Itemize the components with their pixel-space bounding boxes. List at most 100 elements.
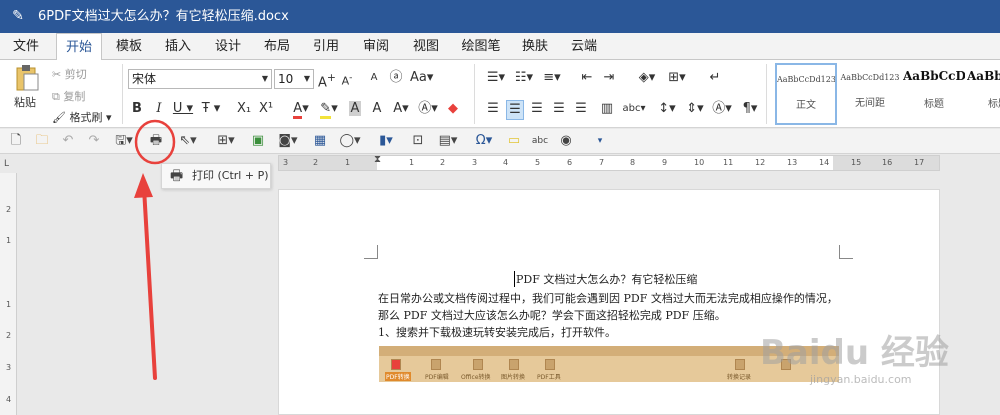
ruler-tick: 8 [630,158,636,167]
select-pointer-icon[interactable]: ⇖▾ [174,132,202,150]
style-no-spacing[interactable]: AaBbCcDd123 无间距 [839,63,901,125]
doc-title[interactable]: PDF 文档过大怎么办？有它轻松压缩 [514,271,697,287]
strikethrough-icon[interactable]: Ŧ ▾ [200,100,222,118]
font-size-select[interactable]: 10 ▼ [274,69,314,89]
subscript-icon[interactable]: X₁ [236,100,252,118]
copy-icon: ⧉ [52,90,60,103]
italic-icon[interactable]: I [152,100,166,118]
change-case-icon[interactable]: Aa▾ [410,69,433,87]
chart-icon[interactable]: ▮▾ [372,132,400,150]
decrease-indent-icon[interactable]: ⇤ [578,69,596,87]
word-count-icon[interactable]: abc [530,132,550,150]
header-footer-icon[interactable]: ▤▾ [434,132,462,150]
copy-button[interactable]: ⧉ 复制 [52,89,85,105]
ruler-tick: 3 [472,158,478,167]
note-icon[interactable]: ▭ [504,132,524,150]
enclose-char-icon[interactable]: ⓐ [388,69,404,87]
tab-pen[interactable]: 绘图笔 [455,33,507,60]
bold-icon[interactable]: B [130,100,144,118]
tab-layout[interactable]: 布局 [256,33,298,60]
text-outline-icon[interactable]: Ⓐ▾ [418,100,438,118]
style-normal[interactable]: AaBbCcDd123 正文 [775,63,837,125]
paste-icon[interactable] [14,64,40,92]
vertical-ruler[interactable]: 2 1 1 2 3 4 [0,173,17,415]
horizontal-ruler[interactable]: 3 2 1 ⧗ 1 2 3 4 5 6 7 8 9 10 11 12 13 14… [278,154,940,171]
ruler-tick: 1 [409,158,415,167]
clear-format-icon[interactable]: ◆ [444,100,462,118]
line-spacing-icon[interactable]: ↕▾ [656,100,678,118]
open-folder-icon[interactable]: 🗀 [32,132,52,150]
screenshot-icon[interactable]: ◙▾ [274,132,302,150]
para-spacing-icon[interactable]: ⇕▾ [684,100,706,118]
qr-code-icon[interactable]: ▦ [310,132,330,150]
margin-corner [364,245,378,259]
underline-icon[interactable]: U ▾ [172,100,194,118]
shrink-font-icon[interactable]: A- [340,69,354,91]
tab-home[interactable]: 开始 [56,33,102,61]
table-icon[interactable]: ⊞▾ [212,132,240,150]
paste-button[interactable]: 粘贴 [14,95,36,111]
undo-icon[interactable]: ↶ [58,132,78,150]
print-icon[interactable]: 🖶 [146,132,166,150]
highlight-icon[interactable]: ✎▾ [318,100,340,119]
symbol-icon[interactable]: Ω▾ [470,132,498,150]
style-heading-2[interactable]: AaBbCcD 标题 [967,63,1000,125]
new-document-icon[interactable]: 🗋 [6,132,26,150]
chinese-layout-icon[interactable]: Ⓐ▾ [712,100,732,118]
show-marks-icon[interactable]: ↵ [706,69,724,87]
font-color-icon[interactable]: A▾ [290,100,312,119]
text-box-icon[interactable]: ⊡ [408,132,428,150]
ruler-tick: 13 [787,158,798,167]
ruler-tick: 4 [503,158,509,167]
tab-review[interactable]: 审阅 [355,33,397,60]
format-painter-button[interactable]: 🖌 格式刷 ▾ [52,110,112,126]
tab-insert[interactable]: 插入 [157,33,199,60]
superscript-icon[interactable]: X¹ [258,100,274,118]
char-border-icon[interactable]: A▾ [392,100,410,118]
embed-label: 图片转换 [501,374,526,381]
customize-toolbar-icon[interactable]: ▾ [590,132,610,150]
ruler-tick: 2 [313,158,319,167]
margin-corner [839,245,853,259]
bullets-icon[interactable]: ☰▾ [484,69,508,87]
indent-marker[interactable]: ⧗ [374,154,381,165]
tab-cloud[interactable]: 云端 [563,33,605,60]
borders-icon[interactable]: ⊞▾ [666,69,688,87]
grow-font-icon[interactable]: A+ [318,69,336,92]
shapes-icon[interactable]: ◯▾ [336,132,364,150]
tab-template[interactable]: 模板 [108,33,150,60]
style-heading[interactable]: AaBbCcD 标题 [903,63,965,125]
text-effect-icon[interactable]: A [370,100,384,118]
shading-icon[interactable]: ◈▾ [636,69,658,87]
picture-icon[interactable]: ▣ [248,132,268,150]
distribute-icon[interactable]: ☰ [572,100,590,118]
align-right-icon[interactable]: ☰ [528,100,546,118]
tab-skin[interactable]: 换肤 [514,33,556,60]
ruler-margin-left [279,156,377,170]
columns-icon[interactable]: ▥ [598,100,616,118]
ruler-tick: 11 [723,158,734,167]
tab-file[interactable]: 文件 [4,33,48,60]
tab-references[interactable]: 引用 [305,33,347,60]
redo-icon[interactable]: ↷ [84,132,104,150]
doc-paragraph[interactable]: 那么 PDF 文档过大应该怎么办呢？学会下面这招轻松完成 PDF 压缩。 [378,307,726,323]
char-shading-icon[interactable]: A [346,100,364,118]
phonetic-guide-icon[interactable]: A [366,69,382,87]
cut-button[interactable]: ✂ 剪切 [52,67,87,83]
save-icon[interactable]: 🖫▾ [110,132,138,150]
align-left-icon[interactable]: ☰ [484,100,502,118]
eye-care-icon[interactable]: ◉ [556,132,576,150]
doc-paragraph[interactable]: 1、搜索并下载极速玩转安装完成后，打开软件。 [378,324,616,340]
font-name-select[interactable]: 宋体 ▼ [128,69,272,89]
multilevel-list-icon[interactable]: ≡▾ [540,69,564,87]
asian-layout-icon[interactable]: ¶▾ [740,100,760,118]
increase-indent-icon[interactable]: ⇥ [600,69,618,87]
justify-icon[interactable]: ☰ [550,100,568,118]
tab-stop-selector[interactable]: L [4,159,9,169]
numbering-icon[interactable]: ☷▾ [512,69,536,87]
sort-icon[interactable]: abc▾ [622,100,646,118]
tab-design[interactable]: 设计 [207,33,249,60]
tab-view[interactable]: 视图 [405,33,447,60]
align-center-icon[interactable]: ☰ [506,100,524,120]
doc-paragraph[interactable]: 在日常办公或文档传阅过程中，我们可能会遇到因 PDF 文档过大而无法完成相应操作… [378,290,838,306]
